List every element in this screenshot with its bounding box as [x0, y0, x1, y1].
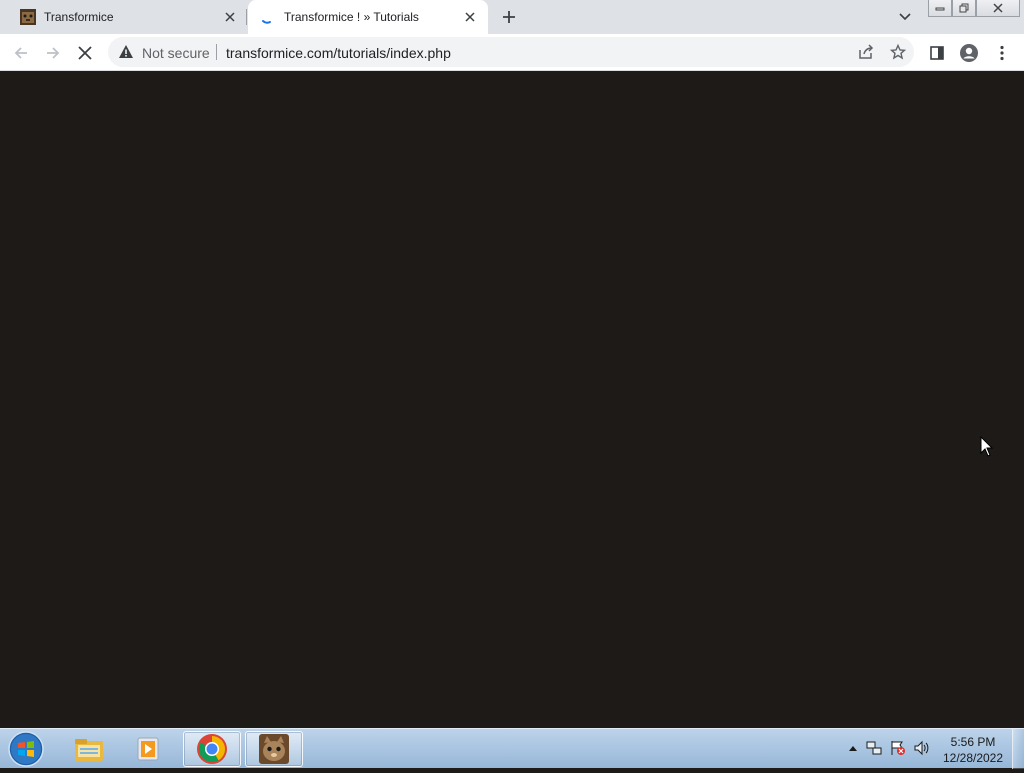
stop-loading-button[interactable] [72, 40, 98, 66]
restore-button[interactable] [952, 0, 976, 17]
close-tab-icon[interactable] [462, 9, 478, 25]
taskbar-transformice[interactable] [245, 731, 303, 767]
arrow-right-icon [47, 47, 60, 59]
show-hidden-icons-button[interactable] [844, 739, 862, 757]
mouse-favicon-icon [20, 9, 36, 25]
clock-time: 5:56 PM [950, 735, 996, 749]
taskbar: 5:56 PM 12/28/2022 [0, 728, 1024, 769]
action-center-flag-icon[interactable] [889, 739, 907, 757]
start-button[interactable] [6, 730, 46, 768]
tab-title: Transformice ! » Tutorials [284, 10, 419, 24]
back-button[interactable] [8, 40, 34, 66]
tab-separator [246, 9, 247, 25]
chevron-up-icon [849, 746, 857, 751]
loading-spinner-icon [262, 20, 271, 24]
system-clock[interactable]: 5:56 PM 12/28/2022 [936, 734, 1010, 766]
share-icon[interactable] [856, 42, 876, 62]
close-window-button[interactable] [976, 0, 1020, 17]
side-panel-button[interactable] [924, 40, 950, 66]
close-tab-icon[interactable] [222, 9, 238, 25]
restore-icon [959, 3, 969, 13]
minimize-icon [935, 7, 945, 11]
taskbar-media-player[interactable] [120, 731, 178, 767]
show-desktop-button[interactable] [1012, 729, 1024, 769]
volume-icon[interactable] [913, 739, 931, 757]
taskbar-chrome[interactable] [183, 731, 241, 767]
tab-strip: Transformice Transformice ! » Tutorials [0, 0, 1024, 34]
page-content [0, 71, 1024, 728]
profile-button[interactable] [956, 40, 982, 66]
media-player-icon [137, 737, 159, 761]
side-panel-icon [930, 46, 944, 60]
kebab-menu-icon [1000, 45, 1004, 61]
menu-button[interactable] [989, 40, 1015, 66]
warning-icon[interactable] [118, 44, 134, 60]
mouse-cursor-icon [980, 436, 994, 457]
tab-transformice[interactable]: Transformice [8, 0, 248, 34]
url-text[interactable]: transformice.com/tutorials/index.php [226, 45, 451, 61]
browser-toolbar: Not secure transformice.com/tutorials/in… [0, 34, 1024, 71]
new-tab-button[interactable] [498, 6, 520, 28]
tab-title: Transformice [44, 10, 114, 24]
minimize-button[interactable] [928, 0, 952, 17]
windows-explorer-icon [75, 739, 103, 761]
tab-search-button[interactable] [895, 8, 915, 26]
close-icon [993, 3, 1003, 13]
stop-icon [78, 46, 92, 60]
clock-date: 12/28/2022 [942, 751, 1004, 765]
network-icon[interactable] [865, 739, 883, 757]
windows-start-icon [8, 731, 44, 767]
transformice-icon [259, 734, 289, 764]
address-bar[interactable]: Not secure transformice.com/tutorials/in… [108, 37, 914, 67]
profile-avatar-icon [960, 44, 978, 62]
taskbar-explorer[interactable] [60, 731, 118, 767]
omnibox-divider [216, 44, 217, 60]
chevron-down-icon [899, 13, 911, 21]
bookmark-star-icon[interactable] [888, 42, 908, 62]
chrome-icon [197, 734, 227, 764]
arrow-left-icon [14, 47, 27, 59]
plus-icon [503, 11, 515, 23]
forward-button[interactable] [40, 40, 66, 66]
security-label[interactable]: Not secure [142, 45, 210, 61]
tab-tutorials[interactable]: Transformice ! » Tutorials [248, 0, 488, 34]
